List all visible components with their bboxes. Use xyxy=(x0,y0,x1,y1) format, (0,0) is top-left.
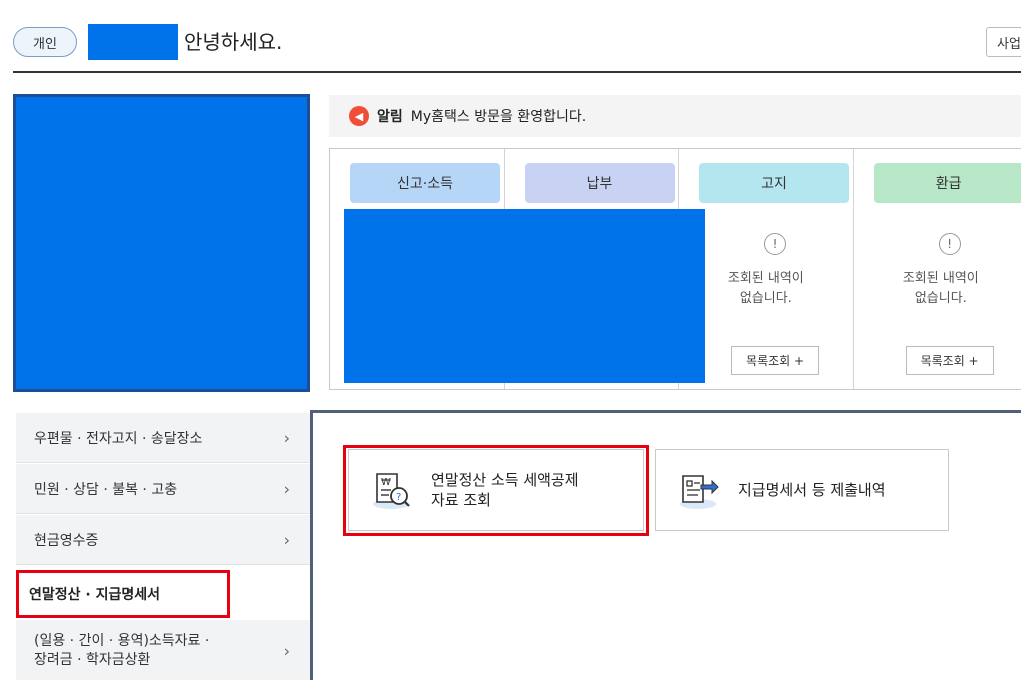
status-column-refund: 환급 ! 조회된 내역이 없습니다. 목록조회 + xyxy=(854,149,1021,389)
list-view-button[interactable]: 목록조회 + xyxy=(905,346,994,375)
sidebar-item-income-data[interactable]: (일용 · 간이 · 용역)소득자료 · 장려금 · 학자금상환 › xyxy=(16,620,310,680)
sidebar-item-cash-receipt[interactable]: 현금영수증 › xyxy=(16,515,310,565)
sidebar-item-label: 현금영수증 xyxy=(34,532,99,549)
sidebar-item-label: 우편물 · 전자고지 · 송달장소 xyxy=(34,430,203,447)
user-type-badge[interactable]: 개인 xyxy=(13,27,77,57)
document-export-icon xyxy=(680,475,719,509)
status-header-refund[interactable]: 환급 xyxy=(873,163,1021,203)
status-column-notice: 고지 ! 조회된 내역이 없습니다. 목록조회 + xyxy=(679,149,854,389)
sidebar-item-label: (일용 · 간이 · 용역)소득자료 · 장려금 · 학자금상환 xyxy=(34,632,210,668)
chevron-right-icon: › xyxy=(283,530,290,549)
status-header-notice[interactable]: 고지 xyxy=(699,163,850,203)
header-divider xyxy=(13,71,1021,73)
info-icon: ! xyxy=(764,233,787,255)
sidebar-item-year-end-settlement[interactable]: 연말정산 · 지급명세서 xyxy=(16,570,230,618)
sidebar-item-label: 민원 · 상담 · 불복 · 고충 xyxy=(34,481,178,498)
speaker-icon: ◀ xyxy=(349,106,369,126)
notice-label: 알림 xyxy=(377,109,403,125)
payment-statement-history-card[interactable]: 지급명세서 등 제출내역 xyxy=(655,449,949,531)
status-header-payment[interactable]: 납부 xyxy=(524,163,675,203)
redacted-status-data xyxy=(344,209,705,383)
notice-bar: ◀ 알림 My홈택스 방문을 환영합니다. xyxy=(329,95,1021,137)
sidebar-item-label: 연말정산 · 지급명세서 xyxy=(29,587,160,603)
redacted-user-name xyxy=(88,24,178,60)
info-icon: ! xyxy=(938,233,961,255)
greeting-text: 안녕하세요. xyxy=(184,30,283,54)
chevron-right-icon: › xyxy=(283,479,290,498)
card-label: 지급명세서 등 제출내역 xyxy=(738,481,886,499)
sidebar-item-civil-complaint[interactable]: 민원 · 상담 · 불복 · 고충 › xyxy=(16,464,310,514)
chevron-right-icon: › xyxy=(283,428,290,447)
empty-message: 조회된 내역이 없습니다. xyxy=(727,271,804,306)
status-header-filing[interactable]: 신고·소득 xyxy=(350,163,500,203)
business-switch-button[interactable]: 사업 xyxy=(986,27,1021,57)
list-view-button[interactable]: 목록조회 + xyxy=(731,346,820,375)
notice-message: My홈택스 방문을 환영합니다. xyxy=(410,109,587,125)
empty-message: 조회된 내역이 없습니다. xyxy=(902,271,979,306)
card-highlight-frame xyxy=(343,445,649,536)
sidebar-item-mail-notice[interactable]: 우편물 · 전자고지 · 송달장소 › xyxy=(16,413,310,463)
redacted-profile-panel xyxy=(13,94,310,392)
chevron-right-icon: › xyxy=(283,641,290,660)
